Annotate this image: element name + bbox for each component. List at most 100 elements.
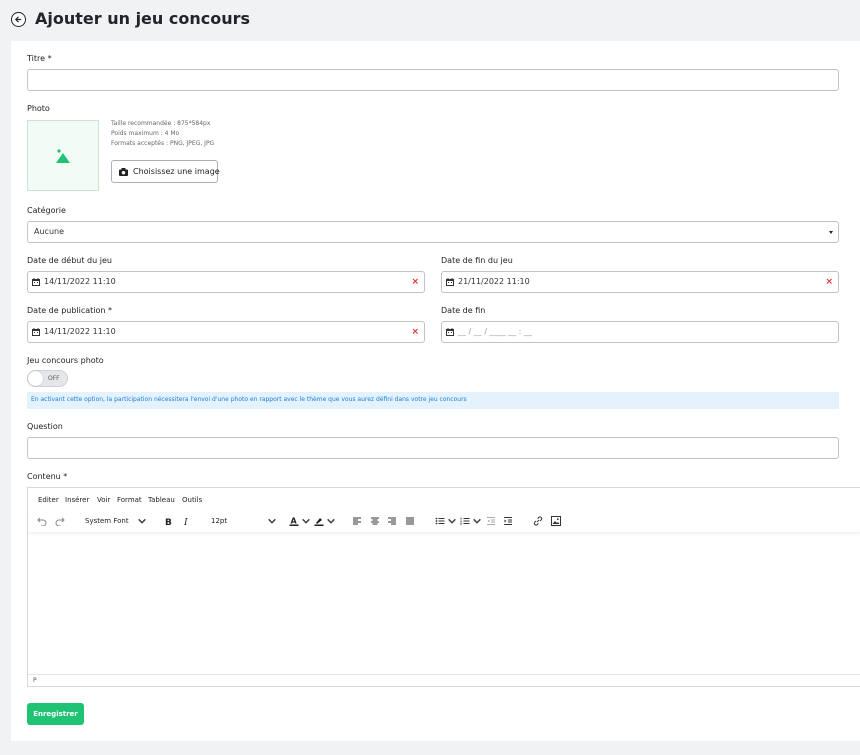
menu-inserer[interactable]: Insérer <box>65 496 89 504</box>
align-left-button[interactable] <box>352 516 362 526</box>
arrow-left-icon <box>14 16 22 23</box>
outdent-button[interactable] <box>486 516 496 526</box>
back-button[interactable] <box>11 12 26 27</box>
page-header: Ajouter un jeu concours <box>0 0 860 40</box>
bullet-list-button[interactable] <box>435 516 457 526</box>
page-title: Ajouter un jeu concours <box>35 9 251 28</box>
chevron-down-icon <box>448 518 456 524</box>
text-color-button[interactable]: A <box>289 516 311 526</box>
clear-date-publication-icon[interactable]: × <box>411 326 419 338</box>
numbered-list-icon <box>460 517 470 525</box>
clear-date-debut-icon[interactable]: × <box>411 276 419 288</box>
contenu-label: Contenu * <box>27 472 68 481</box>
indent-icon <box>504 517 512 525</box>
photo-hint-weight: Poids maximum : 4 Mo <box>111 130 180 137</box>
insert-link-button[interactable] <box>533 516 543 526</box>
svg-text:A: A <box>291 517 298 526</box>
indent-button[interactable] <box>503 516 513 526</box>
rich-text-editor: Editer Insérer Voir Format Tableau Outil… <box>27 487 860 687</box>
highlighter-icon <box>314 518 324 526</box>
info-text: En activant cette option, la participati… <box>31 396 467 403</box>
italic-icon: I <box>183 518 188 526</box>
element-path[interactable]: P <box>33 677 37 684</box>
toggle-state-label: OFF <box>48 375 60 382</box>
save-button[interactable]: Enregistrer <box>27 703 84 725</box>
highlight-color-button[interactable] <box>314 516 336 526</box>
photo-preview[interactable] <box>27 120 99 191</box>
date-publication-value: 14/11/2022 11:10 <box>44 327 116 336</box>
caret-down-icon <box>829 231 833 234</box>
align-right-button[interactable] <box>387 516 397 526</box>
clear-date-fin-jeu-icon[interactable]: × <box>825 276 833 288</box>
photo-hint-formats: Formats acceptés : PNG, JPEG, JPG <box>111 140 215 147</box>
bullet-list-icon <box>435 517 445 525</box>
menu-editer[interactable]: Editer <box>38 496 59 504</box>
chevron-down-icon <box>302 518 310 524</box>
menu-voir[interactable]: Voir <box>97 496 110 504</box>
date-debut-input[interactable]: 14/11/2022 11:10 × <box>27 271 425 293</box>
bold-icon: B <box>165 518 172 526</box>
date-publication-input[interactable]: 14/11/2022 11:10 × <box>27 321 425 343</box>
titre-label: Titre * <box>27 54 52 63</box>
menu-format[interactable]: Format <box>117 496 142 504</box>
jeu-photo-toggle[interactable]: OFF <box>27 370 68 387</box>
date-fin-label: Date de fin <box>441 306 486 315</box>
numbered-list-button[interactable] <box>460 516 482 526</box>
chevron-down-icon <box>137 518 146 524</box>
svg-text:B: B <box>165 518 172 526</box>
font-size-value: 12pt <box>211 517 228 525</box>
choose-image-label: Choisissez une image <box>133 167 220 176</box>
undo-button[interactable] <box>37 516 47 526</box>
font-family-select[interactable]: System Font <box>85 516 147 526</box>
jeu-photo-label: Jeu concours photo <box>27 356 104 365</box>
info-alert: En activant cette option, la participati… <box>27 392 839 409</box>
font-size-select[interactable]: 12pt <box>211 516 277 526</box>
menu-outils[interactable]: Outils <box>182 496 202 504</box>
font-family-value: System Font <box>85 517 129 525</box>
align-center-icon <box>371 517 379 525</box>
redo-button[interactable] <box>55 516 65 526</box>
date-fin-placeholder: __ / __ / ____ __ : __ <box>458 327 532 336</box>
toggle-knob <box>28 371 43 386</box>
undo-icon <box>37 517 47 526</box>
camera-icon <box>119 168 128 176</box>
image-placeholder-icon <box>56 148 70 163</box>
date-fin-jeu-value: 21/11/2022 11:10 <box>458 277 530 286</box>
editor-content-area[interactable] <box>28 532 860 674</box>
date-debut-value: 14/11/2022 11:10 <box>44 277 116 286</box>
svg-text:I: I <box>183 518 188 526</box>
date-fin-input[interactable]: __ / __ / ____ __ : __ <box>441 321 839 343</box>
question-input[interactable] <box>27 437 839 459</box>
date-publication-label: Date de publication * <box>27 306 113 315</box>
image-icon <box>551 516 561 526</box>
date-fin-jeu-input[interactable]: 21/11/2022 11:10 × <box>441 271 839 293</box>
photo-hint-size: Taille recommandée : 875*584px <box>111 120 211 127</box>
editor-toolbar: System Font B I 12pt A <box>28 510 860 532</box>
align-center-button[interactable] <box>370 516 380 526</box>
insert-image-button[interactable] <box>551 516 561 526</box>
categorie-select[interactable]: Aucune <box>27 221 839 243</box>
align-justify-button[interactable] <box>405 516 415 526</box>
categorie-label: Catégorie <box>27 206 66 215</box>
link-icon <box>533 516 543 526</box>
choose-image-button[interactable]: Choisissez une image <box>111 160 220 183</box>
italic-button[interactable]: I <box>181 516 191 526</box>
form-card: Titre * Photo Taille recommandée : 875*5… <box>11 41 860 741</box>
chevron-down-icon <box>268 518 276 524</box>
menu-tableau[interactable]: Tableau <box>148 496 175 504</box>
bold-button[interactable]: B <box>163 516 173 526</box>
editor-menubar: Editer Insérer Voir Format Tableau Outil… <box>28 488 860 510</box>
titre-input[interactable] <box>27 69 839 91</box>
chevron-down-icon <box>473 518 481 524</box>
date-debut-label: Date de début du jeu <box>27 256 112 265</box>
redo-icon <box>55 517 65 526</box>
chevron-down-icon <box>327 518 335 524</box>
calendar-icon <box>32 328 40 336</box>
calendar-icon <box>446 328 454 336</box>
categorie-value: Aucune <box>34 227 65 236</box>
align-justify-icon <box>406 517 414 525</box>
align-left-icon <box>353 517 361 525</box>
text-color-icon: A <box>289 517 299 526</box>
outdent-icon <box>487 517 495 525</box>
photo-label: Photo <box>27 104 50 113</box>
